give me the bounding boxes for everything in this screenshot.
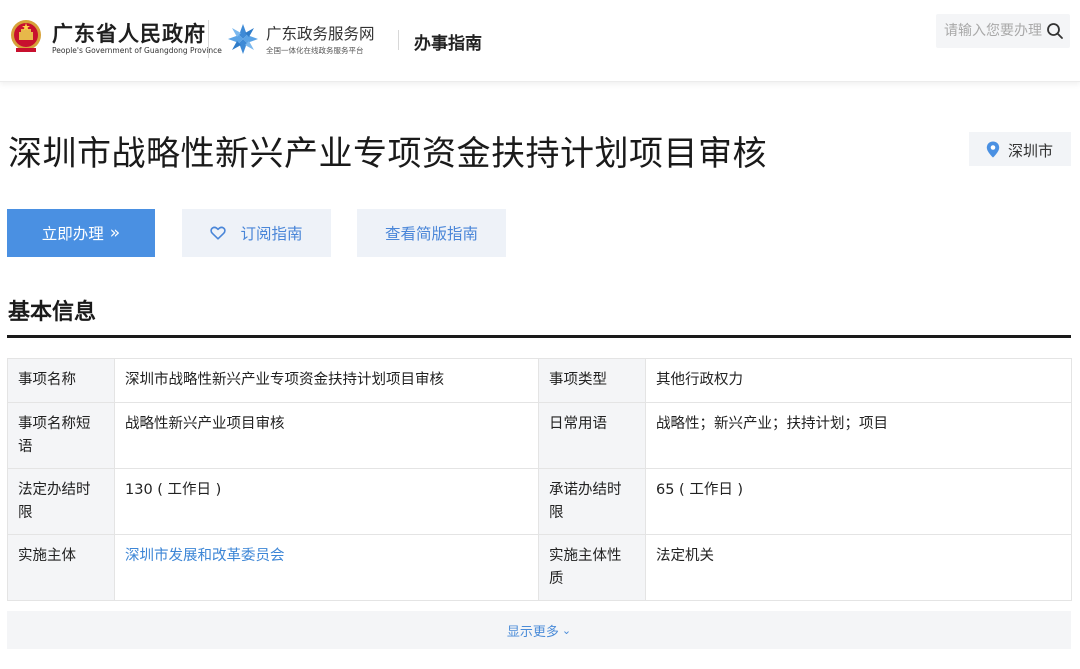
info-label: 实施主体性质 <box>538 534 646 601</box>
section-title-guide: 办事指南 <box>414 34 482 54</box>
service-name[interactable]: 广东政务服务网 <box>266 22 375 44</box>
search-icon[interactable] <box>1046 22 1064 40</box>
show-more-button[interactable]: 显示更多 ⌄ <box>7 611 1071 649</box>
search-input[interactable] <box>944 14 1044 48</box>
view-simple-guide-label: 查看简版指南 <box>384 225 478 243</box>
show-more-label: 显示更多 <box>506 624 559 640</box>
info-label: 日常用语 <box>538 402 646 469</box>
info-value: 法定机关 <box>645 534 1072 601</box>
info-value: 深圳市战略性新兴产业专项资金扶持计划项目审核 <box>114 358 539 403</box>
gov-name[interactable]: 广东省人民政府 <box>52 18 206 48</box>
header-divider <box>208 20 209 58</box>
heart-icon <box>210 226 227 240</box>
chevron-down-icon: ⌄ <box>561 623 572 637</box>
table-row: 法定办结时限 130 ( 工作日 ) 承诺办结时限 65 ( 工作日 ) <box>7 468 1072 535</box>
info-label: 法定办结时限 <box>7 468 115 535</box>
info-label: 承诺办结时限 <box>538 468 646 535</box>
basic-info-heading: 基本信息 <box>8 300 97 325</box>
national-emblem-icon[interactable] <box>9 18 43 54</box>
page-title: 深圳市战略性新兴产业专项资金扶持计划项目审核 <box>8 134 767 174</box>
table-row: 事项名称短语 战略性新兴产业项目审核 日常用语 战略性；新兴产业；扶持计划；项目 <box>7 402 1072 469</box>
section-divider <box>7 335 1071 338</box>
double-chevron-right-icon: » <box>109 223 121 243</box>
apply-now-label: 立即办理 <box>41 225 104 243</box>
location-pin-icon <box>986 141 1000 158</box>
info-value: 65 ( 工作日 ) <box>645 468 1072 535</box>
site-header: 广东省人民政府 People's Government of Guangdong… <box>0 0 1080 82</box>
basic-info-table: 事项名称 深圳市战略性新兴产业专项资金扶持计划项目审核 事项类型 其他行政权力 … <box>7 358 1072 601</box>
table-row: 实施主体 深圳市发展和改革委员会 实施主体性质 法定机关 <box>7 534 1072 601</box>
header-divider <box>398 30 399 50</box>
search-box <box>936 14 1070 48</box>
gd-service-logo-icon[interactable] <box>226 22 260 56</box>
gov-name-en: People's Government of Guangdong Provinc… <box>52 46 222 55</box>
info-value: 其他行政权力 <box>645 358 1072 403</box>
service-subtitle: 全国一体化在线政务服务平台 <box>266 46 364 55</box>
table-row: 事项名称 深圳市战略性新兴产业专项资金扶持计划项目审核 事项类型 其他行政权力 <box>7 358 1072 403</box>
location-label: 深圳市 <box>1008 142 1054 160</box>
view-simple-guide-button[interactable]: 查看简版指南 <box>357 209 506 257</box>
info-label: 事项名称短语 <box>7 402 115 469</box>
info-label: 实施主体 <box>7 534 115 601</box>
info-label: 事项类型 <box>538 358 646 403</box>
location-selector[interactable]: 深圳市 <box>969 132 1071 166</box>
info-value: 战略性新兴产业项目审核 <box>114 402 539 469</box>
subscribe-guide-button[interactable]: 订阅指南 <box>182 209 331 257</box>
info-label: 事项名称 <box>7 358 115 403</box>
info-value: 战略性；新兴产业；扶持计划；项目 <box>645 402 1072 469</box>
subscribe-guide-label: 订阅指南 <box>240 225 303 243</box>
implementing-agency-link[interactable]: 深圳市发展和改革委员会 <box>114 534 539 601</box>
info-value: 130 ( 工作日 ) <box>114 468 539 535</box>
apply-now-button[interactable]: 立即办理 » <box>7 209 155 257</box>
